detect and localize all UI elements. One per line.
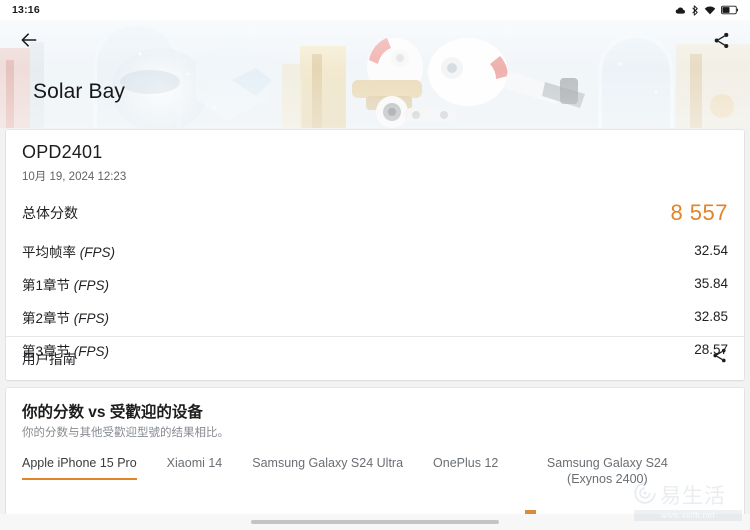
metric-label: 平均帧率 (FPS) bbox=[22, 244, 116, 260]
metric-value: 35.84 bbox=[694, 276, 728, 291]
metric-row-chapter-2: 第2章节 (FPS) 32.85 bbox=[6, 300, 744, 333]
user-guide-row[interactable]: 用户指南 bbox=[6, 336, 744, 380]
status-bar: 13:16 bbox=[0, 0, 750, 20]
tab-oneplus-12[interactable]: OnePlus 12 bbox=[433, 450, 498, 480]
back-button[interactable] bbox=[16, 27, 42, 53]
back-arrow-icon bbox=[21, 33, 37, 47]
total-score-value: 8 557 bbox=[670, 200, 728, 225]
tab-xiaomi-14[interactable]: Xiaomi 14 bbox=[167, 450, 223, 480]
share-icon bbox=[714, 32, 728, 48]
comparison-card: 你的分数 vs 受歡迎的设备 你的分数与其他受歡迎型號的结果相比。 Apple … bbox=[6, 388, 744, 524]
wifi-icon bbox=[704, 6, 716, 14]
status-icon-group bbox=[675, 4, 738, 16]
device-name: OPD2401 bbox=[22, 142, 103, 162]
result-date: 10月 19, 2024 12:23 bbox=[22, 171, 127, 183]
battery-icon bbox=[721, 5, 738, 15]
system-navigation-bar bbox=[0, 514, 750, 530]
comparison-title: 你的分数 vs 受歡迎的设备 bbox=[22, 404, 203, 421]
weather-icon bbox=[675, 6, 685, 14]
status-time: 13:16 bbox=[12, 4, 40, 16]
metric-label: 第2章节 (FPS) bbox=[22, 310, 110, 326]
device-tab-bar: Apple iPhone 15 Pro Xiaomi 14 Samsung Ga… bbox=[6, 450, 744, 490]
share-icon bbox=[713, 348, 726, 363]
hero-toolbar bbox=[0, 20, 750, 60]
metric-row-avg-fps: 平均帧率 (FPS) 32.54 bbox=[6, 234, 744, 267]
comparison-subtitle: 你的分数与其他受歡迎型號的结果相比。 bbox=[22, 427, 229, 439]
hero-banner: Solar Bay bbox=[0, 20, 750, 128]
share-button[interactable] bbox=[708, 27, 734, 53]
total-score-row: 总体分数 8 557 bbox=[6, 192, 744, 234]
hero-title: Solar Bay bbox=[33, 80, 125, 103]
metric-row-chapter-1: 第1章节 (FPS) 35.84 bbox=[6, 267, 744, 300]
tab-samsung-galaxy-s24-exynos-2400[interactable]: Samsung Galaxy S24 (Exynos 2400) bbox=[528, 450, 686, 495]
gesture-pill[interactable] bbox=[251, 520, 499, 524]
bluetooth-icon bbox=[692, 4, 698, 16]
metric-value: 32.54 bbox=[694, 243, 728, 258]
app-root: 13:16 Solar Bay OPD2401 10月 19, 2024 12:… bbox=[0, 0, 750, 530]
result-card: OPD2401 10月 19, 2024 12:23 总体分数 8 557 平均… bbox=[6, 130, 744, 380]
tab-apple-iphone-15-pro[interactable]: Apple iPhone 15 Pro bbox=[22, 450, 137, 480]
metric-value: 32.85 bbox=[694, 309, 728, 324]
user-guide-share-button[interactable] bbox=[711, 347, 728, 369]
user-guide-label: 用户指南 bbox=[22, 352, 76, 367]
total-score-label: 总体分数 bbox=[22, 205, 78, 221]
tab-samsung-galaxy-s24-ultra[interactable]: Samsung Galaxy S24 Ultra bbox=[252, 450, 403, 480]
metric-label: 第1章节 (FPS) bbox=[22, 277, 110, 293]
